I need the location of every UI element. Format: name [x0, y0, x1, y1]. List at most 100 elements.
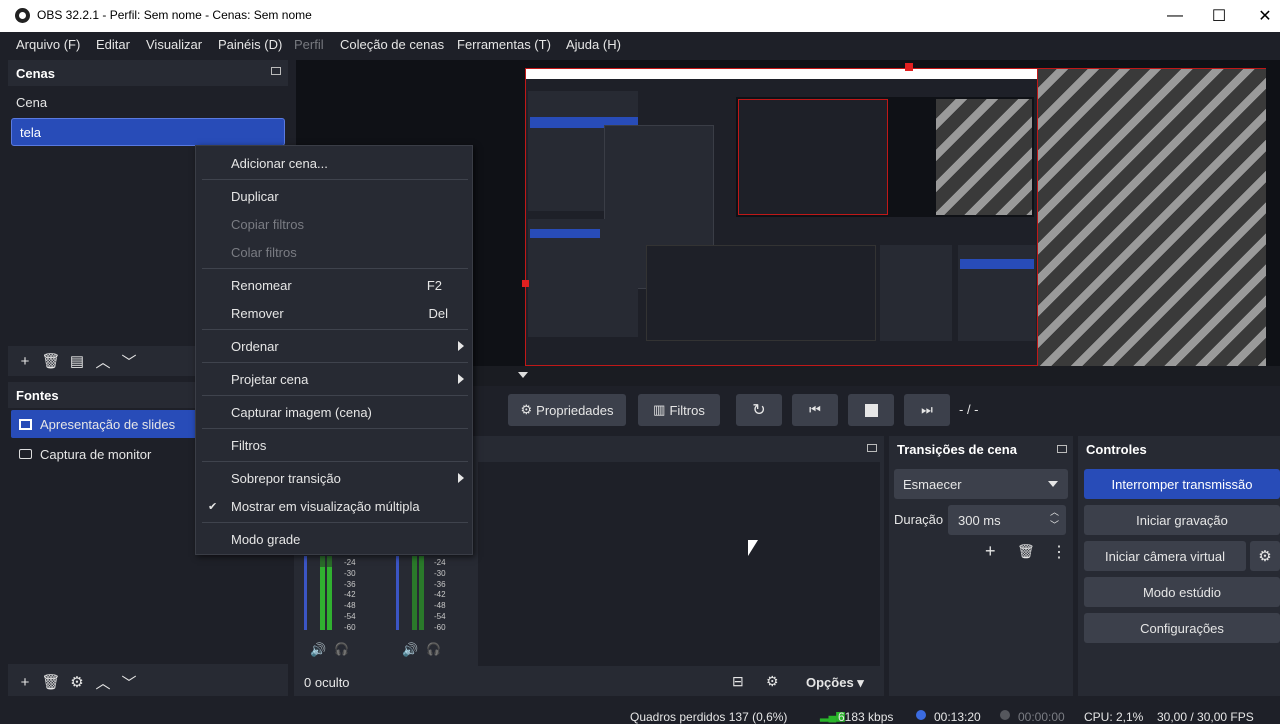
- studio-mode-button[interactable]: Modo estúdio: [1084, 577, 1280, 607]
- nested-title-bar: [526, 69, 1037, 79]
- menu-docks[interactable]: Painéis (D): [218, 37, 282, 52]
- settings-button[interactable]: Configurações: [1084, 613, 1280, 643]
- menu-duplicate[interactable]: Duplicar: [231, 189, 279, 204]
- move-source-up-button[interactable]: ︿: [90, 671, 116, 693]
- stop-media-button[interactable]: [848, 394, 894, 426]
- selection-border-top: [525, 68, 1266, 69]
- move-scene-down-button[interactable]: ﹀: [116, 350, 142, 372]
- advanced-audio-icon[interactable]: ⚙: [766, 673, 779, 690]
- stream-time: 00:13:20: [934, 710, 981, 724]
- transition-select[interactable]: Esmaecer: [894, 469, 1068, 499]
- menu-filters[interactable]: Filtros: [231, 438, 266, 453]
- menu-view[interactable]: Visualizar: [146, 37, 202, 52]
- nested-transitions: [880, 245, 952, 341]
- skip-forward-icon: ⏭: [921, 402, 933, 417]
- menu-scene-collection[interactable]: Coleção de cenas: [340, 37, 444, 52]
- remove-scene-button[interactable]: 🗑: [38, 350, 64, 372]
- menu-paste-filters[interactable]: Colar filtros: [231, 245, 297, 260]
- menu-separator: [202, 522, 468, 523]
- controls-dock-title: Controles: [1086, 441, 1147, 457]
- move-source-down-button[interactable]: ﹀: [116, 671, 142, 693]
- start-recording-button[interactable]: Iniciar gravação: [1084, 505, 1280, 535]
- monitor-icon: [19, 449, 32, 459]
- add-scene-button[interactable]: +: [12, 350, 38, 372]
- remove-transition-button[interactable]: 🗑: [1017, 543, 1035, 560]
- minimize-button[interactable]: —: [1152, 0, 1198, 32]
- menu-profile[interactable]: Perfil: [294, 37, 324, 52]
- stop-streaming-button[interactable]: Interromper transmissão: [1084, 469, 1280, 499]
- next-media-button[interactable]: ⏭: [904, 394, 950, 426]
- menu-add-scene[interactable]: Adicionar cena...: [231, 156, 328, 171]
- skip-back-icon: ⏮: [809, 402, 821, 417]
- controls-dock-header: Controles: [1078, 436, 1280, 462]
- menu-file[interactable]: Arquivo (F): [16, 37, 80, 52]
- duration-label: Duração: [894, 512, 944, 527]
- scene-filters-button[interactable]: ▤: [64, 350, 90, 372]
- menu-order[interactable]: Ordenar: [231, 339, 279, 354]
- meter-tick: -36: [434, 579, 446, 589]
- menu-copy-filters[interactable]: Copiar filtros: [231, 217, 304, 232]
- menu-tools[interactable]: Ferramentas (T): [457, 37, 551, 52]
- mute-icon[interactable]: 🔊: [402, 642, 418, 658]
- scenes-toolbar: + 🗑 ▤ ︿ ﹀: [12, 348, 142, 374]
- selection-handle-top[interactable]: [905, 63, 913, 71]
- menu-grid-mode[interactable]: Modo grade: [231, 532, 300, 547]
- scroll-down-icon[interactable]: [518, 372, 528, 378]
- scene-item-tela[interactable]: tela: [11, 118, 285, 146]
- options-label: Opções: [806, 675, 854, 690]
- gear-icon: ⚙: [1258, 548, 1272, 565]
- menu-project-scene[interactable]: Projetar cena: [231, 372, 308, 387]
- scene-item-cena[interactable]: Cena: [8, 88, 288, 116]
- undock-icon[interactable]: [867, 444, 877, 452]
- selection-handle-left[interactable]: [522, 280, 529, 287]
- filters-button[interactable]: ▥ Filtros: [638, 394, 720, 426]
- restart-media-button[interactable]: ↻: [736, 394, 782, 426]
- start-virtual-camera-button[interactable]: Iniciar câmera virtual: [1084, 541, 1246, 571]
- previous-media-button[interactable]: ⏮: [792, 394, 838, 426]
- options-button[interactable]: Opções ▾: [806, 675, 864, 691]
- layout-icon[interactable]: ⊟: [732, 673, 744, 690]
- menu-transition-override[interactable]: Sobrepor transição: [231, 471, 341, 486]
- menu-remove[interactable]: Remover: [231, 306, 284, 321]
- cpu-usage: CPU: 2,1%: [1084, 710, 1144, 724]
- level-meter-right: [327, 556, 332, 630]
- volume-slider[interactable]: [396, 556, 399, 630]
- source-properties-button[interactable]: ⚙: [64, 671, 90, 693]
- level-meter-left: [412, 556, 417, 630]
- remove-source-button[interactable]: 🗑: [38, 671, 64, 693]
- mixer-footer: 0 oculto ⊟ ⚙ Opções ▾: [294, 668, 884, 696]
- volume-slider[interactable]: [304, 556, 307, 630]
- scene-item-label: Cena: [16, 94, 48, 110]
- meter-tick: -54: [344, 611, 356, 621]
- transition-menu-icon[interactable]: ⋮: [1051, 542, 1067, 562]
- add-transition-button[interactable]: +: [985, 541, 996, 562]
- menu-rename[interactable]: Renomear: [231, 278, 292, 293]
- monitor-off-icon[interactable]: 🎧: [426, 642, 441, 656]
- monitor-off-icon[interactable]: 🎧: [334, 642, 349, 656]
- mouse-cursor-icon: [748, 540, 758, 556]
- add-source-button[interactable]: +: [12, 671, 38, 693]
- menu-separator: [202, 179, 468, 180]
- duration-stepper[interactable]: 300 ms: [948, 505, 1066, 535]
- menu-edit[interactable]: Editar: [96, 37, 130, 52]
- dropped-frames: Quadros perdidos 137 (0,6%): [630, 710, 788, 724]
- properties-button[interactable]: ⚙ Propriedades: [508, 394, 626, 426]
- undock-icon[interactable]: [1057, 445, 1067, 453]
- stepper-arrows-icon[interactable]: ︿ ﹀: [1050, 506, 1059, 532]
- mute-icon[interactable]: 🔊: [310, 642, 326, 658]
- preview-scrollbar[interactable]: [466, 366, 1280, 386]
- meter-tick: -60: [434, 622, 446, 632]
- menu-screenshot-scene[interactable]: Capturar imagem (cena): [231, 405, 372, 420]
- maximize-button[interactable]: ☐: [1196, 0, 1242, 32]
- filters-label: Filtros: [669, 402, 705, 418]
- transitions-dock: Transições de cena Esmaecer Duração 300 …: [889, 436, 1073, 696]
- close-button[interactable]: ✕: [1242, 0, 1280, 32]
- menu-show-in-multiview[interactable]: Mostrar em visualização múltipla: [231, 499, 420, 514]
- virtual-camera-settings-button[interactable]: ⚙: [1250, 541, 1280, 571]
- mixer-empty-area: [478, 462, 880, 666]
- controls-dock: Controles Interromper transmissão Inicia…: [1078, 436, 1280, 696]
- move-scene-up-button[interactable]: ︿: [90, 350, 116, 372]
- meter-tick: -48: [344, 601, 356, 611]
- undock-icon[interactable]: [271, 67, 281, 75]
- menu-help[interactable]: Ajuda (H): [566, 37, 621, 52]
